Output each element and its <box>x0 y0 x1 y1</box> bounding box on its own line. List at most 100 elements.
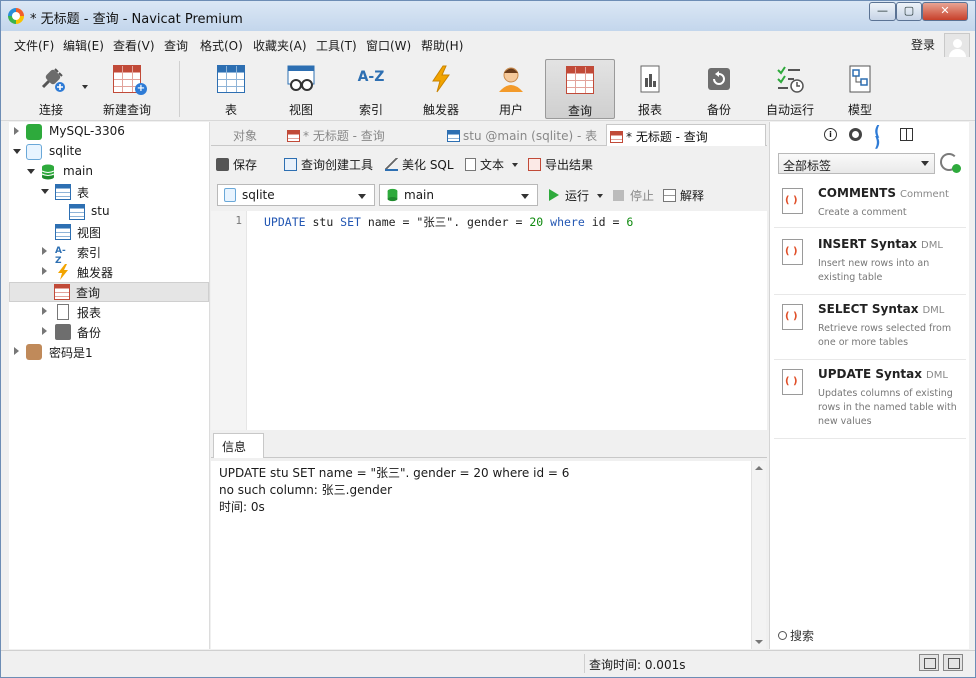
expand-arrow-icon[interactable] <box>42 247 47 255</box>
table-button[interactable]: 表 <box>201 59 261 119</box>
sql-keyword: where <box>550 215 585 229</box>
close-button[interactable]: ✕ <box>922 2 968 21</box>
model-button[interactable]: 模型 <box>831 59 889 119</box>
menu-window[interactable]: 窗口(W) <box>366 37 411 54</box>
tree-item-reports[interactable]: 报表 <box>9 302 209 322</box>
menu-view[interactable]: 查看(V) <box>113 37 155 54</box>
snippet-tag: DML <box>922 305 945 316</box>
automation-button[interactable]: 自动运行 <box>759 59 821 119</box>
save-button[interactable]: 保存 <box>216 156 257 173</box>
layout-right-panel-icon[interactable] <box>943 654 963 671</box>
info-pane: UPDATE stu SET name = "张三". gender = 20 … <box>211 461 751 649</box>
tree-item-password-connection[interactable]: 密码是1 <box>9 342 209 362</box>
user-button[interactable]: 用户 <box>481 59 541 119</box>
snippet-tag: Comment <box>899 189 949 200</box>
query-button[interactable]: 查询 <box>545 59 615 119</box>
info-scrollbar[interactable] <box>751 461 766 649</box>
run-button[interactable]: 运行 <box>549 187 603 204</box>
snippet-doc-icon <box>782 369 803 395</box>
login-link[interactable]: 登录 <box>911 36 935 53</box>
index-button[interactable]: A-Z 索引 <box>341 59 401 119</box>
menu-query[interactable]: 查询 <box>164 37 188 54</box>
scroll-down-icon[interactable] <box>755 640 763 644</box>
snippet-item[interactable]: INSERT Syntax DML Insert new rows into an… <box>774 235 966 295</box>
tree-item-tables[interactable]: 表 <box>9 182 209 202</box>
tab-untitled-query-1[interactable]: * 无标题 - 查询 <box>287 124 443 146</box>
menu-help[interactable]: 帮助(H) <box>421 37 463 54</box>
snippet-item[interactable]: UPDATE Syntax DML Updates columns of exis… <box>774 365 966 439</box>
view-button[interactable]: 视图 <box>271 59 331 119</box>
collapse-arrow-icon[interactable] <box>27 169 35 174</box>
text-button[interactable]: 文本 <box>465 156 518 173</box>
snippet-search[interactable]: 搜索 <box>778 627 814 644</box>
scroll-up-icon[interactable] <box>755 466 763 470</box>
beautify-sql-button[interactable]: 美化 SQL <box>385 156 454 173</box>
layout-left-panel-icon[interactable] <box>919 654 939 671</box>
info-icon[interactable]: i <box>824 128 837 141</box>
tree-item-triggers[interactable]: 触发器 <box>9 262 209 282</box>
expand-arrow-icon[interactable] <box>42 307 47 315</box>
chevron-down-icon <box>358 194 366 199</box>
query-label: 查询 <box>567 104 592 118</box>
maximize-button[interactable]: ▢ <box>896 2 922 21</box>
expand-arrow-icon[interactable] <box>42 327 47 335</box>
menu-format[interactable]: 格式(O) <box>200 37 243 54</box>
tab-objects[interactable]: 对象 <box>233 124 287 146</box>
new-query-button[interactable]: + 新建查询 <box>97 59 157 119</box>
tree-item-stu-table[interactable]: stu <box>9 202 209 222</box>
tree-label: 视图 <box>77 226 102 240</box>
text-dropdown-icon[interactable] <box>511 163 518 167</box>
tab-stu-table[interactable]: stu @main (sqlite) - 表 <box>447 124 607 146</box>
minimize-button[interactable]: — <box>869 2 896 21</box>
menu-edit[interactable]: 编辑(E) <box>63 37 104 54</box>
tree-item-views[interactable]: 视图 <box>9 222 209 242</box>
trigger-button[interactable]: 触发器 <box>411 59 471 119</box>
snippet-title-text: INSERT Syntax <box>818 237 917 251</box>
run-dropdown-icon[interactable] <box>596 194 603 198</box>
backup-icon <box>708 68 730 90</box>
connect-dropdown-icon[interactable] <box>82 85 88 89</box>
report-button[interactable]: 报表 <box>620 59 680 119</box>
refresh-add-icon[interactable] <box>940 153 961 173</box>
export-result-button[interactable]: 导出结果 <box>528 156 593 173</box>
template-icon[interactable] <box>900 128 913 141</box>
expand-arrow-icon[interactable] <box>42 267 47 275</box>
query-builder-button[interactable]: 查询创建工具 <box>284 156 373 173</box>
run-label: 运行 <box>565 189 590 203</box>
snippet-title: INSERT Syntax DML <box>818 237 943 251</box>
eye-icon[interactable] <box>849 128 862 141</box>
stop-button[interactable]: 停止 <box>613 187 654 204</box>
database-select[interactable]: main <box>379 184 538 206</box>
expand-arrow-icon[interactable] <box>14 347 19 355</box>
menu-favorites[interactable]: 收藏夹(A) <box>253 37 307 54</box>
automation-label: 自动运行 <box>765 103 814 117</box>
snippet-doc-icon <box>782 304 803 330</box>
tree-item-backups[interactable]: 备份 <box>9 322 209 342</box>
sql-editor[interactable]: 1 UPDATE stu SET name = "张三". gender = 2… <box>211 211 767 430</box>
menu-tools[interactable]: 工具(T) <box>316 37 357 54</box>
stop-label: 停止 <box>630 189 655 203</box>
snippet-item[interactable]: COMMENTSComment Create a comment <box>774 184 966 228</box>
backup-button[interactable]: 备份 <box>689 59 749 119</box>
tree-item-queries[interactable]: 查询 <box>9 282 209 302</box>
tree-item-mysql[interactable]: MySQL-3306 <box>9 122 209 142</box>
sql-code-line[interactable]: UPDATE stu SET name = "张三". gender = 20 … <box>264 214 633 230</box>
connect-button[interactable]: 连接 <box>23 59 79 119</box>
expand-arrow-icon[interactable] <box>14 127 19 135</box>
explain-icon <box>663 189 676 202</box>
tree-item-indexes[interactable]: A-Z 索引 <box>9 242 209 266</box>
connection-select[interactable]: sqlite <box>217 184 375 206</box>
snippet-item[interactable]: SELECT SyntaxDML Retrieve rows selected … <box>774 300 966 360</box>
tag-filter-select[interactable]: 全部标签 <box>778 153 935 174</box>
tree-item-main-database[interactable]: main <box>9 162 209 182</box>
menu-file[interactable]: 文件(F) <box>14 37 54 54</box>
tab-info[interactable]: 信息 <box>213 433 264 458</box>
tab-label: * 无标题 - 查询 <box>303 129 385 143</box>
code-snippet-icon[interactable]: ( ) <box>874 125 887 150</box>
explain-button[interactable]: 解释 <box>663 187 704 204</box>
query-controls: sqlite main 运行 停止 解释 <box>211 182 767 208</box>
collapse-arrow-icon[interactable] <box>41 189 49 194</box>
tree-item-sqlite[interactable]: sqlite <box>9 142 209 162</box>
collapse-arrow-icon[interactable] <box>13 149 21 154</box>
tab-untitled-query-2[interactable]: * 无标题 - 查询 <box>606 124 766 146</box>
